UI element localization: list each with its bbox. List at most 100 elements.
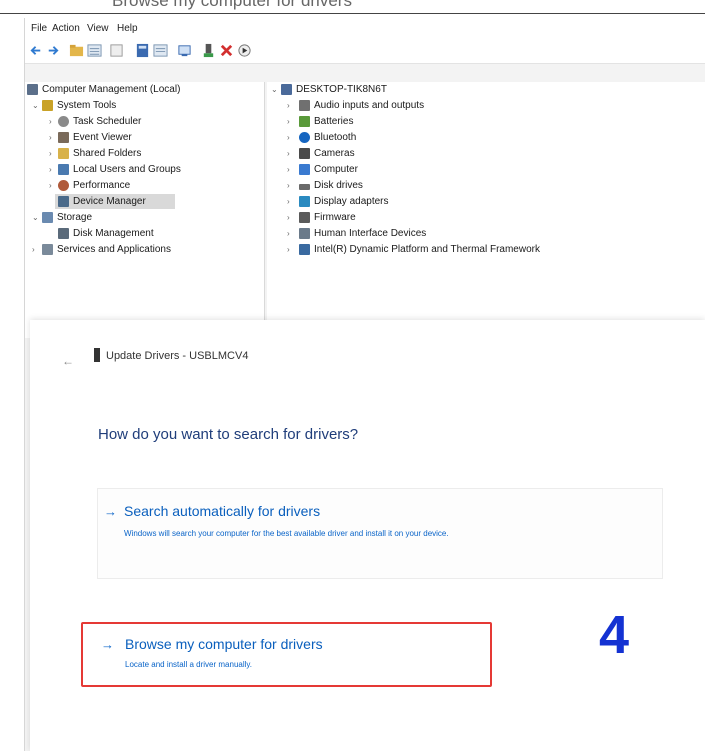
chevron-right-icon[interactable]: › — [49, 162, 52, 177]
chevron-right-icon[interactable]: › — [49, 114, 52, 129]
device-category[interactable]: › Batteries — [267, 114, 704, 129]
device-category-label: Cameras — [314, 148, 355, 159]
chevron-right-icon[interactable]: › — [287, 98, 290, 113]
chevron-right-icon[interactable]: › — [287, 210, 290, 225]
console-tree: Computer Management (Local) ⌄ System Too… — [25, 82, 265, 338]
details-view-icon[interactable] — [109, 43, 124, 58]
back-arrow-icon[interactable]: ← — [62, 354, 74, 368]
tree-item-label: Local Users and Groups — [73, 164, 181, 175]
event-viewer-icon — [58, 132, 69, 143]
device-category-label: Intel(R) Dynamic Platform and Thermal Fr… — [314, 244, 540, 255]
firmware-icon — [299, 212, 310, 223]
chevron-right-icon[interactable]: › — [49, 130, 52, 145]
browse-computer-option[interactable]: → Browse my computer for drivers Locate … — [81, 622, 492, 687]
option-description: Windows will search your computer for th… — [124, 529, 449, 538]
properties-icon[interactable] — [135, 43, 150, 58]
device-root-label: DESKTOP-TIK8N6T — [296, 84, 387, 95]
chevron-right-icon[interactable]: › — [287, 242, 290, 257]
toolbar — [25, 38, 705, 64]
chevron-right-icon[interactable]: › — [32, 242, 35, 257]
device-category-label: Disk drives — [314, 180, 363, 191]
chevron-right-icon[interactable]: › — [49, 146, 52, 161]
tree-item-local-users[interactable]: › Local Users and Groups — [25, 162, 263, 177]
device-category[interactable]: › Audio inputs and outputs — [267, 98, 704, 113]
step-number-label: 4 — [599, 605, 630, 665]
scan-icon[interactable] — [177, 43, 192, 58]
search-automatically-option[interactable]: → Search automatically for drivers Windo… — [97, 488, 663, 579]
device-category[interactable]: › Intel(R) Dynamic Platform and Thermal … — [267, 242, 704, 257]
chip-icon — [299, 244, 310, 255]
usb-device-icon — [94, 348, 100, 362]
battery-icon — [299, 116, 310, 127]
tree-item-label: Shared Folders — [73, 148, 142, 159]
menu-view[interactable]: View — [87, 23, 109, 34]
device-category[interactable]: › Human Interface Devices — [267, 226, 704, 241]
caption-text: Browse my computer for drivers — [112, 0, 352, 10]
device-category-label: Audio inputs and outputs — [314, 100, 425, 111]
list-view-icon[interactable] — [87, 43, 102, 58]
menu-help[interactable]: Help — [117, 23, 138, 34]
device-category[interactable]: › Bluetooth — [267, 130, 704, 145]
chevron-down-icon[interactable]: ⌄ — [32, 98, 39, 113]
device-tree: ⌄ DESKTOP-TIK8N6T › Audio inputs and out… — [267, 82, 705, 338]
camera-icon — [299, 148, 310, 159]
chevron-down-icon[interactable]: ⌄ — [271, 82, 278, 97]
tree-item-device-manager[interactable]: Device Manager — [55, 194, 175, 209]
device-category-label: Display adapters — [314, 196, 389, 207]
chevron-right-icon[interactable]: › — [287, 178, 290, 193]
tree-item-task-scheduler[interactable]: › Task Scheduler — [25, 114, 263, 129]
performance-icon — [58, 180, 69, 191]
tree-item-label: Event Viewer — [73, 132, 132, 143]
help-icon[interactable] — [153, 43, 168, 58]
menubar: File Action View Help — [25, 18, 705, 38]
update-driver-icon[interactable] — [201, 43, 216, 58]
chevron-right-icon[interactable]: › — [287, 146, 290, 161]
option-description: Locate and install a driver manually. — [125, 660, 253, 669]
folder-up-icon[interactable] — [69, 43, 84, 58]
menu-action[interactable]: Action — [52, 23, 80, 34]
chevron-right-icon[interactable]: › — [287, 162, 290, 177]
arrow-right-icon: → — [101, 637, 114, 652]
chevron-right-icon[interactable]: › — [287, 130, 290, 145]
device-category[interactable]: › Firmware — [267, 210, 704, 225]
tree-item-event-viewer[interactable]: › Event Viewer — [25, 130, 263, 145]
tree-item-label: Performance — [73, 180, 131, 191]
chevron-right-icon[interactable]: › — [287, 226, 290, 241]
forward-arrow-icon[interactable] — [45, 43, 60, 58]
monitor-icon — [299, 164, 310, 175]
device-category[interactable]: › Cameras — [267, 146, 704, 161]
device-category[interactable]: › Computer — [267, 162, 704, 177]
enable-icon[interactable] — [237, 43, 252, 58]
clock-icon — [58, 116, 69, 127]
users-icon — [58, 164, 69, 175]
tree-item-system-tools[interactable]: ⌄ System Tools — [25, 98, 263, 113]
disk-drive-icon — [299, 184, 310, 190]
tree-item-storage[interactable]: ⌄ Storage — [25, 210, 263, 225]
hid-icon — [299, 228, 310, 239]
device-category-label: Computer — [314, 164, 358, 175]
tree-item-services[interactable]: › Services and Applications — [25, 242, 263, 257]
caption-sliver: Browse my computer for drivers — [0, 0, 705, 14]
device-category-label: Firmware — [314, 212, 356, 223]
tree-item-shared-folders[interactable]: › Shared Folders — [25, 146, 263, 161]
dialog-heading: How do you want to search for drivers? — [98, 426, 359, 443]
chevron-right-icon[interactable]: › — [49, 178, 52, 193]
device-category[interactable]: › Display adapters — [267, 194, 704, 209]
tree-item-label: System Tools — [57, 100, 117, 111]
tree-item-label: Task Scheduler — [73, 116, 142, 127]
chevron-right-icon[interactable]: › — [287, 194, 290, 209]
chevron-right-icon[interactable]: › — [287, 114, 290, 129]
option-title: Search automatically for drivers — [124, 503, 321, 519]
audio-icon — [299, 100, 310, 111]
tree-item-performance[interactable]: › Performance — [25, 178, 263, 193]
computer-icon — [281, 84, 292, 95]
remove-icon[interactable] — [219, 43, 234, 58]
device-root[interactable]: ⌄ DESKTOP-TIK8N6T — [267, 82, 704, 97]
tree-item-disk-management[interactable]: Disk Management — [25, 226, 263, 241]
device-category[interactable]: › Disk drives — [267, 178, 704, 193]
tree-item-computer-management[interactable]: Computer Management (Local) — [25, 82, 263, 97]
chevron-down-icon[interactable]: ⌄ — [32, 210, 39, 225]
arrow-right-icon: → — [104, 504, 117, 519]
menu-file[interactable]: File — [31, 23, 47, 34]
back-arrow-icon[interactable] — [29, 43, 44, 58]
